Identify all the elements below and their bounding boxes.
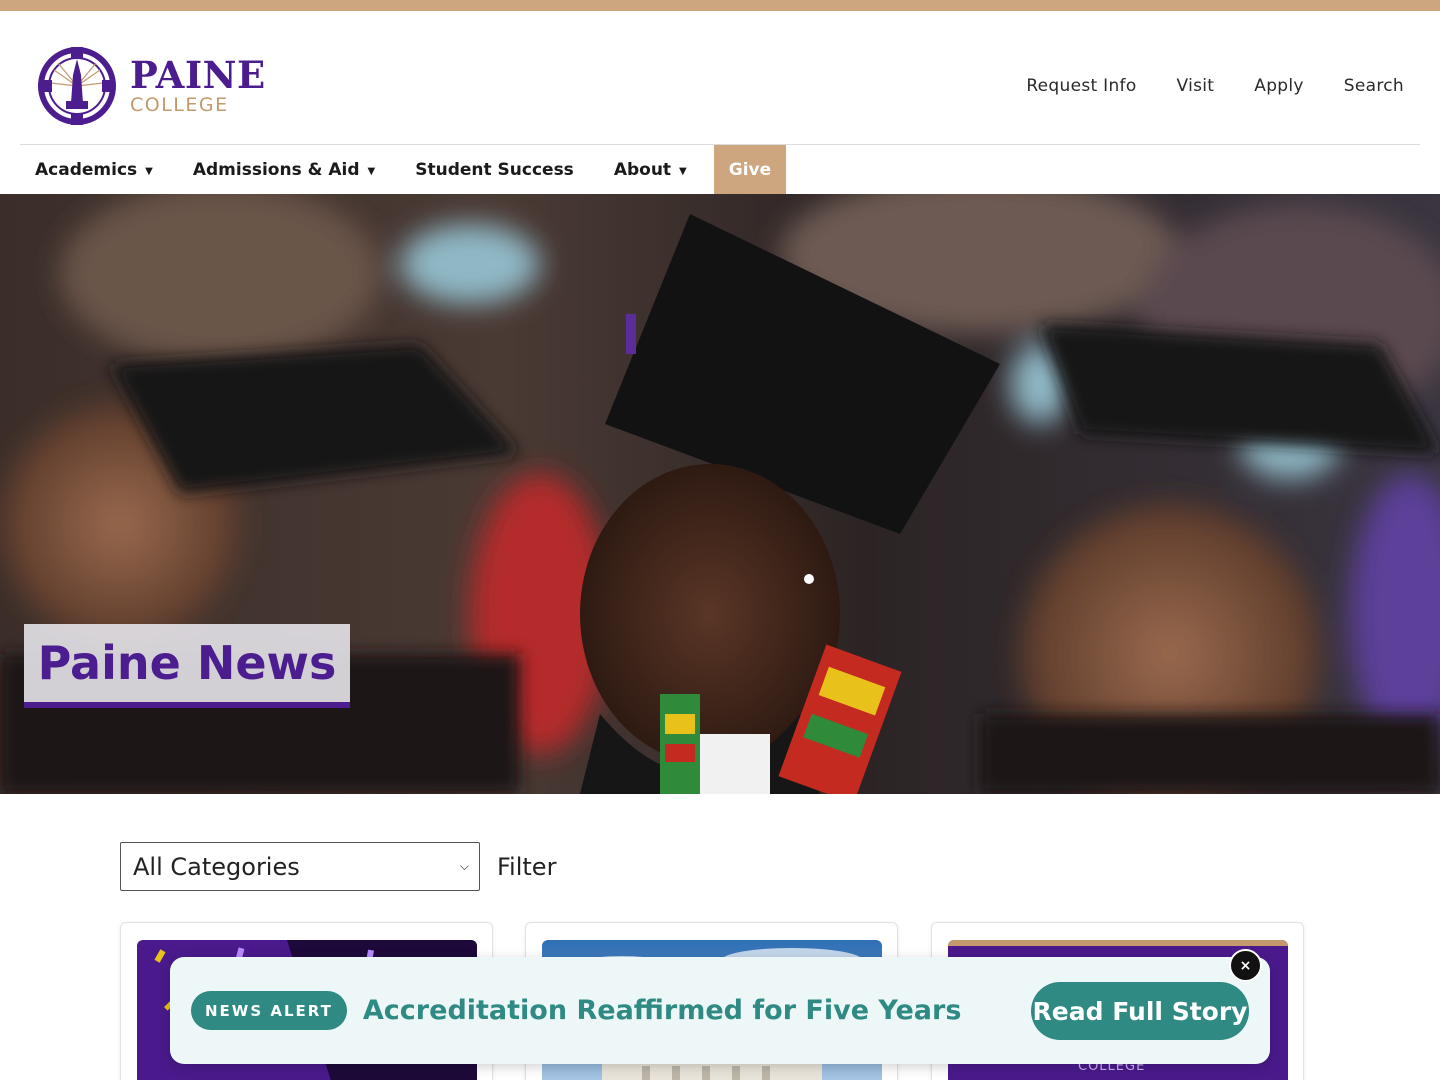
caret-down-icon: ▼: [679, 165, 687, 177]
utility-link-search[interactable]: Search: [1344, 76, 1404, 96]
logo-wordmark-paine: PAINE: [130, 53, 266, 97]
nav-item-student-success[interactable]: Student Success: [400, 145, 589, 194]
hero-banner: Paine News: [0, 194, 1440, 794]
caret-down-icon: ▼: [367, 165, 376, 177]
close-icon[interactable]: ×: [1229, 949, 1262, 982]
nav-item-label: Student Success: [415, 159, 574, 180]
news-alert-badge: NEWS ALERT: [191, 991, 347, 1030]
nav-item-give[interactable]: Give: [713, 145, 787, 194]
utility-link-visit[interactable]: Visit: [1177, 76, 1215, 96]
utility-nav: Request Info Visit Apply Search: [1026, 76, 1404, 96]
logo-wordmark-college: COLLEGE: [130, 94, 229, 116]
site-header: PAINE COLLEGE Request Info Visit Apply S…: [0, 11, 1440, 144]
nav-item-label: Give: [728, 159, 772, 180]
main-nav: Academics ▼ Admissions & Aid ▼ Student S…: [20, 145, 796, 194]
news-alert-banner: NEWS ALERT Accreditation Reaffirmed for …: [170, 949, 1270, 1064]
caret-down-icon: ▼: [145, 165, 153, 177]
page-title: Paine News: [37, 636, 337, 690]
nav-item-academics[interactable]: Academics ▼: [20, 145, 168, 194]
nav-item-label: Admissions & Aid: [192, 159, 360, 180]
news-alert-headline[interactable]: Accreditation Reaffirmed for Five Years: [363, 995, 962, 1026]
read-full-story-button[interactable]: Read Full Story: [1031, 982, 1249, 1040]
category-select-value: All Categories: [133, 852, 300, 881]
nav-item-about[interactable]: About ▼: [599, 145, 702, 194]
chevron-down-icon: ⌵: [459, 859, 469, 873]
news-filter-bar: All Categories ⌵ Filter: [120, 842, 556, 891]
filter-button[interactable]: Filter: [497, 853, 556, 881]
college-seal-icon: [38, 47, 116, 125]
top-accent-strip: [0, 0, 1440, 11]
utility-link-apply[interactable]: Apply: [1254, 76, 1304, 96]
category-select[interactable]: All Categories ⌵: [120, 842, 480, 891]
hero-title-box: Paine News: [24, 624, 350, 708]
nav-item-label: About: [613, 159, 672, 180]
paine-college-logo[interactable]: PAINE COLLEGE: [36, 45, 266, 127]
utility-link-request-info[interactable]: Request Info: [1026, 76, 1136, 96]
nav-item-admissions-aid[interactable]: Admissions & Aid ▼: [178, 145, 390, 194]
nav-item-label: Academics: [35, 159, 138, 180]
